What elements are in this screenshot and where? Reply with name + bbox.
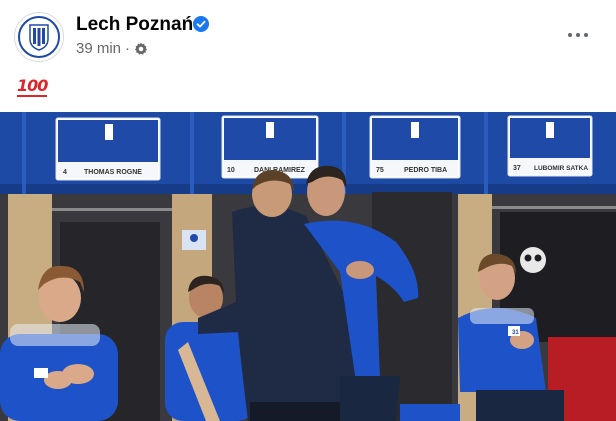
locker-name-3: PEDRO TIBA	[404, 167, 447, 174]
emoji-underline	[17, 95, 48, 97]
more-dot	[568, 33, 572, 37]
locker-number-1: 4	[63, 169, 67, 176]
jersey-number: 31	[512, 330, 519, 336]
locker-name-4: LUBOMIR SATKA	[534, 165, 588, 172]
locker-number-2: 10	[227, 167, 235, 174]
post-meta: 39 min ·	[76, 40, 148, 57]
post-header: Lech Poznań 39 min · 100	[0, 0, 616, 110]
locker-room-illustration: 4 THOMAS ROGNE 10 DANI RAMIREZ 75 PEDRO …	[0, 112, 616, 421]
post-photo[interactable]: 4 THOMAS ROGNE 10 DANI RAMIREZ 75 PEDRO …	[0, 112, 616, 421]
club-crest-icon	[18, 16, 60, 58]
gear-icon[interactable]	[134, 42, 148, 56]
more-options-button[interactable]	[560, 22, 596, 48]
emoji-text: 100	[17, 76, 48, 95]
more-dot	[584, 33, 588, 37]
meta-separator: ·	[125, 40, 131, 57]
page-avatar[interactable]	[14, 12, 64, 62]
page-name-link[interactable]: Lech Poznań	[76, 14, 193, 36]
locker-number-3: 75	[376, 167, 384, 174]
verified-badge-icon	[193, 16, 209, 32]
hundred-points-emoji: 100	[17, 76, 48, 97]
locker-name-1: THOMAS ROGNE	[84, 169, 142, 176]
post-timestamp[interactable]: 39 min	[76, 40, 121, 57]
more-dot	[576, 33, 580, 37]
locker-number-4: 37	[513, 165, 521, 172]
